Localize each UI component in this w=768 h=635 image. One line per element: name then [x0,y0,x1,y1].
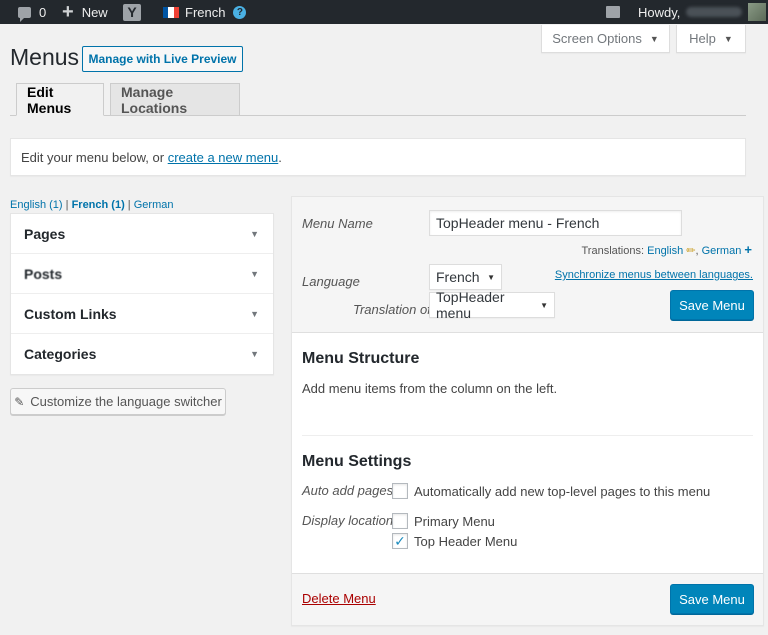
select-arrow-icon: ▼ [540,300,548,310]
notification-icon [606,6,620,18]
translation-german-link[interactable]: German [702,245,742,257]
select-arrow-icon: ▼ [487,272,495,282]
yoast-icon: Y [123,3,141,21]
avatar [748,3,767,21]
account-menu[interactable]: Howdy, [638,0,767,24]
save-menu-button-bottom[interactable]: Save Menu [670,584,754,614]
triangle-down-icon: ▼ [250,268,259,279]
screen-options-button[interactable]: Screen Options ▼ [541,25,670,53]
triangle-down-icon: ▼ [250,308,259,319]
accordion-categories[interactable]: Categories ▼ [11,334,273,374]
pencil-icon: ✎ [14,394,25,409]
admin-bar: 0 + New Y French ? Howdy, [0,0,768,24]
howdy-label: Howdy, [638,4,681,20]
lang-separator: | [62,199,72,211]
plus-icon[interactable]: + [744,242,752,257]
language-filter: English (1) | French (1) | German [10,199,173,211]
menu-name-value: TopHeader menu - French [436,215,600,231]
primary-menu-checkbox[interactable] [392,513,408,529]
plus-icon: + [62,1,74,23]
menu-name-input[interactable]: TopHeader menu - French [429,210,682,236]
save-menu-button-top[interactable]: Save Menu [670,290,754,320]
yoast-menu[interactable]: Y [123,0,141,24]
language-select[interactable]: French ▼ [429,264,502,290]
menu-name-label: Menu Name [302,216,373,231]
accordion-custom-links[interactable]: Custom Links ▼ [11,294,273,334]
translations-label: Translations: [581,245,645,257]
synchronize-menus-link[interactable]: Synchronize menus between languages. [555,269,753,281]
tab-manage-locations[interactable]: Manage Locations [110,83,240,116]
menu-translations: Translations: English ✏, German + [581,242,752,257]
new-label: New [81,4,108,20]
display-location-label: Display location [302,513,394,528]
triangle-down-icon: ▼ [250,349,259,359]
menu-edit-panel: Menu Name TopHeader menu - French Transl… [291,196,764,626]
auto-add-pages-option: Automatically add new top-level pages to… [414,484,711,499]
lang-filter-german[interactable]: German [134,199,174,211]
translation-english-link[interactable]: English [647,245,683,257]
new-content-menu[interactable]: + New [62,0,108,24]
language-menu[interactable]: French ? [163,0,247,24]
translation-of-select[interactable]: TopHeader menu ▼ [429,289,555,321]
lang-filter-english[interactable]: English (1) [10,199,63,211]
france-flag-icon [163,6,179,18]
accordion-label: Pages [24,225,66,242]
notice-suffix: . [278,149,282,165]
live-preview-button[interactable]: Manage with Live Preview [82,46,243,72]
menu-footer: Delete Menu Save Menu [292,573,763,625]
comments-count: 0 [39,4,47,20]
customize-language-switcher-button[interactable]: ✎ Customize the language switcher [10,388,226,415]
auto-add-pages-checkbox[interactable] [392,483,408,499]
comment-bubble-icon [18,6,31,22]
delete-menu-link[interactable]: Delete Menu [302,591,376,606]
translation-of-value: TopHeader menu [436,289,505,321]
auto-add-pages-label: Auto add pages [302,483,394,498]
tab-edit-menus[interactable]: Edit Menus [16,83,104,116]
accordion-pages[interactable]: Pages ▼ [11,214,273,254]
notifications-menu[interactable] [606,0,620,24]
edit-notice: Edit your menu below, or create a new me… [10,138,746,176]
top-header-menu-label: Top Header Menu [414,534,518,549]
translation-of-label: Translation of [353,302,431,317]
menu-structure-title: Menu Structure [302,350,420,367]
menu-header: Menu Name TopHeader menu - French Transl… [292,197,763,333]
primary-menu-label: Primary Menu [414,514,495,529]
accordion-label: Custom Links [24,305,117,322]
menu-structure-help: Add menu items from the column on the le… [302,381,558,396]
lang-separator: | [124,199,134,211]
accordion-label: Categories [24,346,97,362]
translation-separator: , [695,245,699,257]
lang-filter-french[interactable]: French (1) [72,199,125,211]
question-circle-icon[interactable]: ? [233,5,247,19]
caret-down-icon: ▼ [649,33,659,44]
blurred-username [686,7,743,17]
help-label: Help [689,31,716,46]
customize-switcher-label: Customize the language switcher [30,394,222,409]
accordion-label: Posts [24,265,63,282]
accordion-posts[interactable]: Posts ▼ [11,254,273,294]
comments-menu[interactable]: 0 [18,0,46,24]
help-button[interactable]: Help ▼ [676,25,746,53]
language-label: French [185,4,226,20]
section-divider [302,435,753,436]
caret-down-icon: ▼ [723,33,733,44]
top-header-menu-checkbox[interactable]: ✓ [392,533,408,549]
create-menu-link[interactable]: create a new menu [168,150,279,165]
page-title: Menus [10,44,80,70]
add-menu-items-accordion: Pages ▼ Posts ▼ Custom Links ▼ Categorie… [10,213,274,375]
screen-options-label: Screen Options [552,31,642,46]
language-select-value: French [436,269,480,285]
notice-prefix: Edit your menu below, or [21,149,165,165]
language-label: Language [302,274,360,289]
menu-settings-title: Menu Settings [302,453,412,470]
triangle-down-icon: ▼ [250,228,259,239]
checkmark-icon: ✓ [394,533,406,549]
